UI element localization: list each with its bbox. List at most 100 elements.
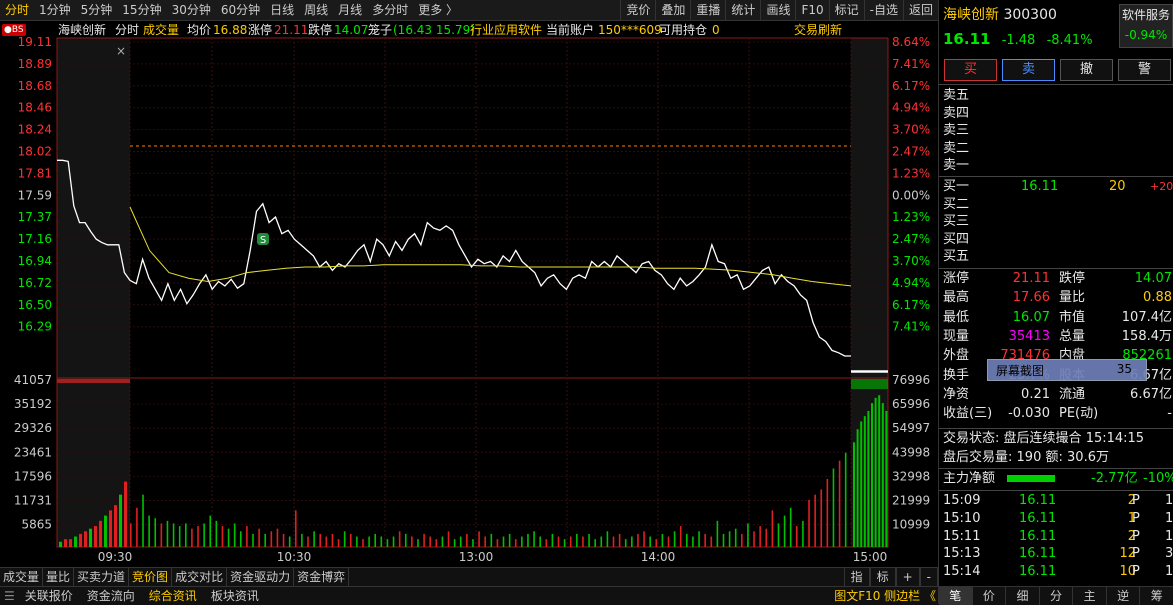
tick-side: P bbox=[1132, 528, 1140, 544]
menu-icon[interactable]: ☰ bbox=[0, 587, 19, 605]
stat-label: 跌停 bbox=[1059, 271, 1086, 286]
quote-panel: 海峡创新 300300 软件服务 -0.94% 16.11 -1.48 -8.4… bbox=[938, 0, 1173, 605]
tick-price: 16.11 bbox=[1019, 564, 1057, 580]
volume-bar bbox=[490, 533, 493, 547]
tick-count: 1 bbox=[1165, 510, 1173, 526]
tick-tab[interactable]: 筹 bbox=[1140, 587, 1173, 605]
price-axis-label: 18.46 bbox=[18, 101, 52, 115]
amount-value: 30.6万 bbox=[1067, 450, 1109, 465]
tick-tab[interactable]: 主 bbox=[1073, 587, 1107, 605]
tick-tab[interactable]: 笔 bbox=[939, 587, 973, 605]
volume-bar bbox=[496, 539, 499, 547]
volume-bar bbox=[624, 539, 627, 547]
volume-bar bbox=[356, 536, 358, 547]
pct-axis-label: 8.64% bbox=[892, 35, 930, 49]
volume-bar bbox=[398, 531, 401, 547]
volume-bar bbox=[203, 523, 205, 547]
stat-value: 158.4万 bbox=[1121, 328, 1172, 344]
volume-bar bbox=[307, 536, 309, 547]
pct-axis-label: 4.94% bbox=[892, 101, 930, 115]
buy-button[interactable]: 买 bbox=[944, 59, 997, 81]
volume-axis-label-right: 43998 bbox=[892, 445, 930, 459]
status-tab[interactable]: 关联报价 bbox=[19, 587, 81, 605]
tick-row: 15:09 16.11 2 P 1 bbox=[943, 492, 1173, 510]
time-axis-label: 10:30 bbox=[277, 550, 312, 564]
tick-tab[interactable]: 逆 bbox=[1107, 587, 1141, 605]
tick-tab[interactable]: 价 bbox=[973, 587, 1007, 605]
indicator-tool[interactable]: 指 bbox=[843, 568, 870, 586]
screenshot-label: 屏幕截图 bbox=[996, 364, 1045, 378]
netflow-row: 主力净额 -2.77亿 -10% bbox=[943, 470, 1173, 488]
indicator-tab[interactable]: 成交量 bbox=[0, 568, 44, 586]
price-axis-label: 18.89 bbox=[18, 57, 52, 71]
tick-time: 15:09 bbox=[943, 493, 981, 508]
volume-bar bbox=[631, 536, 633, 547]
sell-level-row: 卖一 bbox=[943, 157, 1173, 175]
indicator-tab[interactable]: 买卖力道 bbox=[74, 568, 130, 586]
price-axis-label: 17.81 bbox=[18, 166, 52, 180]
sell-button[interactable]: 卖 bbox=[1002, 59, 1055, 81]
tick-price: 16.11 bbox=[1019, 493, 1057, 508]
indicator-tab[interactable]: 竞价图 bbox=[129, 568, 173, 586]
sell-level-label: 卖五 bbox=[943, 88, 970, 103]
tick-row: 15:11 16.11 2 P 1 bbox=[943, 528, 1173, 546]
alert-button[interactable]: 警 bbox=[1118, 59, 1171, 81]
cancel-button[interactable]: 撤 bbox=[1060, 59, 1113, 81]
indicator-tool[interactable]: + bbox=[895, 568, 920, 586]
status-tab[interactable]: 板块资讯 bbox=[205, 587, 267, 605]
volume-bar bbox=[288, 536, 291, 547]
volume-bar bbox=[301, 533, 303, 547]
volume-bar-post bbox=[878, 395, 881, 547]
volume-bar bbox=[423, 533, 425, 547]
volume-bar bbox=[679, 526, 682, 547]
volume-bar bbox=[710, 536, 713, 547]
sell-level-label: 卖二 bbox=[943, 140, 970, 156]
side-panel-toggle[interactable]: 图文F10 侧边栏 《 bbox=[834, 587, 936, 605]
volume-bar-post bbox=[874, 397, 877, 547]
time-axis-label: 09:30 bbox=[98, 550, 133, 564]
indicator-tool[interactable]: 标 bbox=[869, 568, 896, 586]
pre-market-area bbox=[57, 38, 130, 547]
indicator-tool[interactable]: - bbox=[919, 568, 938, 586]
volume-bar bbox=[557, 536, 560, 547]
volume-bar bbox=[698, 531, 700, 547]
volume-bar bbox=[814, 494, 816, 547]
buy-level-label: 买二 bbox=[943, 196, 970, 212]
volume-bar bbox=[270, 531, 273, 547]
netflow-bar bbox=[1007, 475, 1055, 482]
volume-bar bbox=[600, 536, 603, 547]
screenshot-overlay[interactable]: 屏幕截图 35 bbox=[987, 359, 1147, 381]
volume-axis-label: 23461 bbox=[14, 445, 52, 459]
stat-label: PE(动) bbox=[1059, 406, 1099, 422]
volume-bar bbox=[521, 536, 523, 547]
volume-bar bbox=[765, 528, 768, 547]
sector-box[interactable]: 软件服务 -0.94% bbox=[1119, 4, 1173, 48]
sector-pct: -0.94% bbox=[1124, 28, 1168, 42]
volume-bar bbox=[313, 531, 315, 547]
status-tab[interactable]: 综合资讯 bbox=[143, 587, 205, 605]
volume-bar-post bbox=[885, 410, 888, 547]
netflow-label: 主力净额 bbox=[943, 471, 996, 486]
volume-bar bbox=[441, 536, 444, 547]
pct-axis-label: 2.47% bbox=[892, 145, 930, 159]
stat-row: 涨停 21.11 跌停 14.07 bbox=[943, 270, 1173, 288]
tick-side: P bbox=[1132, 546, 1140, 562]
volume-bar-pre bbox=[74, 536, 77, 547]
tick-tab[interactable]: 分 bbox=[1040, 587, 1074, 605]
volume-bar bbox=[606, 531, 609, 547]
tick-price: 16.11 bbox=[1019, 510, 1057, 526]
volume-bar-pre bbox=[84, 531, 87, 547]
tick-tab[interactable]: 细 bbox=[1006, 587, 1040, 605]
volume-bar bbox=[264, 533, 267, 547]
indicator-tab[interactable]: 量比 bbox=[43, 568, 75, 586]
close-icon[interactable]: × bbox=[116, 44, 126, 58]
volume-bar bbox=[612, 536, 615, 547]
quote-change-pct: -8.41% bbox=[1046, 33, 1093, 48]
stat-value: 6.67亿 bbox=[1130, 386, 1172, 402]
indicator-tab[interactable]: 资金博弈 bbox=[294, 568, 350, 586]
volume-bar bbox=[466, 533, 468, 547]
stat-label: 换手 bbox=[943, 367, 970, 383]
indicator-tab[interactable]: 成交对比 bbox=[172, 568, 228, 586]
indicator-tab[interactable]: 资金驱动力 bbox=[227, 568, 295, 586]
status-tab[interactable]: 资金流向 bbox=[81, 587, 143, 605]
